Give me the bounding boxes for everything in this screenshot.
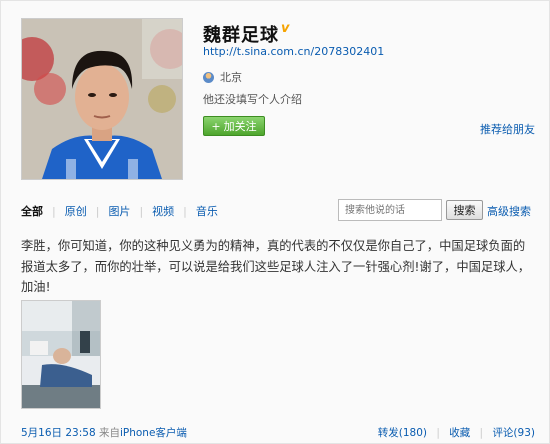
action-divider: | [479,427,484,439]
profile-location: 北京 [203,69,242,85]
comment-button[interactable]: 评论(93) [492,427,535,439]
follow-button-label: 加关注 [223,120,257,133]
profile-bio: 他还没填写个人介绍 [203,93,302,106]
verified-v-icon: v [281,21,291,36]
post-source-prefix: 来自 [98,427,120,439]
plus-icon: + [211,119,221,133]
follow-button[interactable]: + 加关注 [203,116,265,136]
post-source-link[interactable]: iPhone客户端 [120,427,187,439]
tab-pictures[interactable]: 图片 [108,203,130,219]
post-image-thumbnail[interactable] [21,300,101,409]
tab-divider: | [183,204,187,218]
feed-filter-tabs: 全部 | 原创 | 图片 | 视频 | 音乐 [21,203,218,219]
advanced-search-link[interactable]: 高级搜索 [487,203,531,219]
tab-divider: | [52,204,56,218]
tab-original[interactable]: 原创 [65,203,87,219]
profile-name: 魏群足球 v [203,21,290,47]
post-actions: 转发(180) | 收藏 | 评论(93) [378,425,535,440]
profile-location-text: 北京 [220,71,242,84]
profile-name-text: 魏群足球 [203,25,279,46]
repost-button[interactable]: 转发(180) [378,427,427,439]
search-input[interactable] [338,199,442,221]
tab-music[interactable]: 音乐 [196,203,218,219]
tab-divider: | [95,204,100,218]
post-timestamp[interactable]: 5月16日 23:58 [21,427,96,439]
weibo-profile-card: 魏群足球 v http://t.sina.com.cn/2078302401 北京… [0,0,550,444]
profile-url-link[interactable]: http://t.sina.com.cn/2078302401 [203,45,384,58]
location-person-icon [203,71,214,83]
post-text: 李胜，你可知道，你的这种见义勇为的精神，真的代表的不仅仅是你自己了，中国足球负面… [21,239,531,294]
tab-divider: | [139,204,144,218]
tab-all[interactable]: 全部 [21,203,43,219]
action-divider: | [436,427,440,439]
profile-avatar[interactable] [21,18,183,180]
favorite-button[interactable]: 收藏 [449,427,470,439]
post-footer: 5月16日 23:58 来自iPhone客户端 转发(180) | 收藏 | 评… [21,425,535,440]
recommend-to-friends-link[interactable]: 推荐给朋友 [480,121,535,137]
tab-video[interactable]: 视频 [152,203,174,219]
search-button[interactable]: 搜索 [446,200,483,220]
